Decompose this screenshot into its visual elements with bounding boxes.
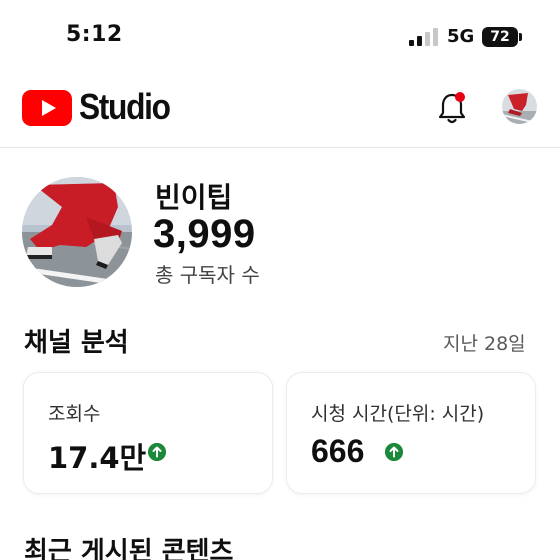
app-header: Studio [0, 72, 560, 148]
subscriber-count: 3,999 [153, 212, 256, 256]
channel-avatar[interactable] [22, 177, 132, 287]
views-card[interactable]: 조회수 17.4만 [23, 372, 273, 494]
watch-time-label: 시청 시간(단위: 시간) [311, 403, 485, 425]
status-bar: 5:12 5G 72 [0, 0, 560, 72]
status-time: 5:12 [66, 22, 123, 47]
notification-badge [455, 92, 465, 102]
battery-icon: 72 [482, 27, 518, 47]
battery-tip [519, 33, 522, 41]
views-label: 조회수 [48, 403, 101, 425]
watch-time-value: 666 [311, 433, 365, 469]
analytics-title: 채널 분석 [24, 328, 129, 358]
channel-name: 빈이팁 [155, 181, 233, 214]
app-title: Studio [79, 86, 171, 127]
trend-up-icon [148, 443, 166, 461]
trend-up-icon [385, 443, 403, 461]
analytics-period[interactable]: 지난 28일 [443, 329, 526, 356]
watch-time-card[interactable]: 시청 시간(단위: 시간) 666 [286, 372, 536, 494]
subscriber-label: 총 구독자 수 [155, 263, 260, 287]
network-type: 5G [447, 26, 475, 47]
views-value: 17.4만 [48, 441, 147, 475]
signal-strength-icon [409, 28, 439, 46]
account-avatar[interactable] [502, 89, 537, 124]
youtube-logo-icon[interactable] [22, 90, 72, 126]
recent-content-title: 최근 게시된 콘텐츠 [24, 537, 234, 560]
